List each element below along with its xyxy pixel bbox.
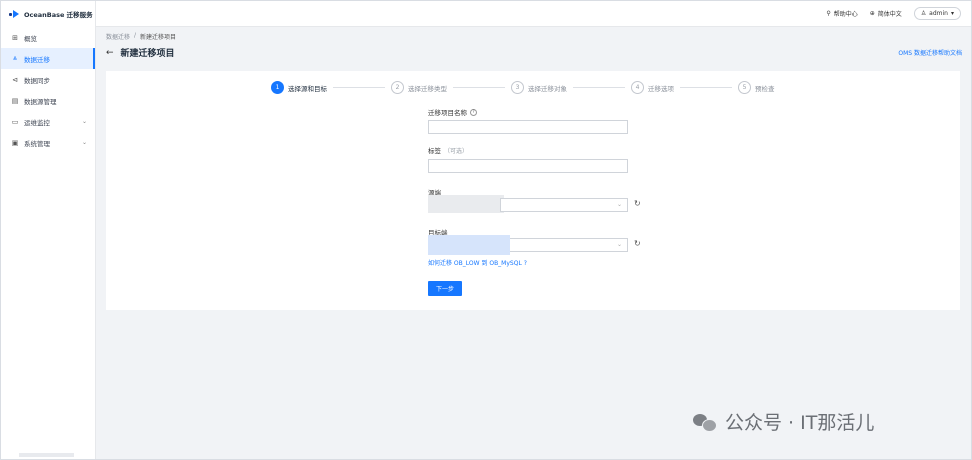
chevron-down-icon: ⌄ (616, 241, 622, 248)
step-number: 2 (391, 81, 404, 94)
location-pin-icon: ⚲ (826, 10, 831, 17)
step-2: 2 选择迁移类型 (391, 81, 447, 94)
redacted-block (428, 235, 510, 255)
redacted-block (428, 195, 504, 213)
sidebar-item-label: 运维监控 (24, 118, 50, 127)
question-icon[interactable]: ? (470, 108, 477, 116)
datasource-icon: ▤ (11, 96, 19, 105)
step-label: 选择迁移对象 (528, 84, 567, 93)
sidebar-footer (19, 453, 74, 457)
help-center-label: 帮助中心 (833, 11, 858, 18)
tag-input[interactable] (428, 159, 628, 173)
sidebar-item-label: 系统管理 (24, 139, 50, 148)
step-number: 1 (271, 81, 284, 94)
sidebar-item-system[interactable]: ▣ 系统管理 ⌄ (1, 132, 95, 153)
step-connector (680, 87, 732, 88)
step-label: 预检查 (755, 84, 775, 93)
step-connector (333, 87, 385, 88)
step-4: 4 迁移选项 (631, 81, 674, 94)
tag-label: 标签 （可选） (428, 145, 468, 155)
migrate-icon: ⩓ (13, 54, 17, 62)
sidebar-item-monitoring[interactable]: ▭ 运维监控 ⌄ (1, 111, 95, 132)
sidebar-item-label: 概览 (24, 34, 37, 43)
step-label: 选择迁移类型 (408, 84, 447, 93)
sidebar-item-data-migration[interactable]: ⩓ 数据迁移 (1, 48, 95, 69)
sidebar-item-data-sync[interactable]: ⊲ 数据同步 (1, 69, 95, 90)
help-doc-link[interactable]: OMS 数据迁移帮助文档 (898, 48, 962, 57)
step-connector (573, 87, 625, 88)
user-name: admin (929, 10, 948, 17)
steps-bar: 1 选择源和目标 2 选择迁移类型 3 选择迁移对象 4 迁移选项 5 预检查 (271, 81, 775, 94)
wechat-logo-icon (693, 412, 717, 432)
step-number: 3 (511, 81, 524, 94)
project-name-label: 迁移项目名称 ? (428, 107, 477, 117)
breadcrumb-separator: / (134, 32, 137, 39)
language-label: 简体中文 (877, 11, 902, 18)
breadcrumb: 数据迁移 / 新建迁移项目 (106, 32, 176, 41)
sidebar-item-overview[interactable]: ⊞ 概览 (1, 27, 95, 48)
sidebar-item-datasource[interactable]: ▤ 数据源管理 (1, 90, 95, 111)
help-center-link[interactable]: ⚲ 帮助中心 (826, 9, 857, 18)
source-select[interactable]: ⌄ (500, 198, 628, 212)
language-switch[interactable]: ⊕ 简体中文 (870, 9, 902, 18)
step-label: 迁移选项 (648, 84, 674, 93)
step-label: 选择源和目标 (288, 84, 327, 93)
step-5: 5 预检查 (738, 81, 775, 94)
oceanbase-logo-icon (9, 9, 20, 19)
user-icon: ♙ (920, 10, 927, 17)
step-number: 4 (631, 81, 644, 94)
arrow-left-icon[interactable]: ← (106, 48, 114, 58)
sync-icon: ⊲ (12, 75, 18, 84)
next-step-button[interactable]: 下一步 (428, 281, 462, 296)
tag-label-text: 标签 (428, 147, 441, 155)
sidebar: OceanBase 迁移服务 ⊞ 概览 ⩓ 数据迁移 ⊲ 数据同步 ▤ 数据源管… (1, 1, 96, 459)
breadcrumb-item-current: 新建迁移项目 (140, 34, 177, 41)
sidebar-item-label: 数据源管理 (24, 97, 57, 106)
wechat-watermark: 公众号 · IT那活儿 (693, 408, 874, 435)
sidebar-item-label: 数据同步 (24, 76, 50, 85)
topbar-actions: ⚲ 帮助中心 ⊕ 简体中文 ♙ admin ▾ (826, 7, 961, 20)
wizard-card: 1 选择源和目标 2 选择迁移类型 3 选择迁移对象 4 迁移选项 5 预检查 … (106, 71, 960, 310)
sidebar-item-label: 数据迁移 (24, 55, 50, 64)
chevron-down-icon: ⌄ (81, 118, 87, 125)
monitor-icon: ▭ (11, 117, 19, 126)
page-title-row: ← 新建迁移项目 (106, 46, 175, 60)
migration-help-link[interactable]: 如何迁移 OB_LOW 到 OB_MySQL ? (428, 258, 527, 267)
optional-hint: （可选） (444, 147, 469, 155)
project-name-input[interactable] (428, 120, 628, 134)
system-icon: ▣ (11, 138, 19, 147)
step-3: 3 选择迁移对象 (511, 81, 567, 94)
breadcrumb-item-migration[interactable]: 数据迁移 (106, 32, 130, 41)
app-logo[interactable]: OceanBase 迁移服务 (1, 1, 95, 27)
grid-icon: ⊞ (12, 33, 18, 42)
page-title: 新建迁移项目 (120, 49, 175, 59)
app-logo-text: OceanBase 迁移服务 (24, 11, 93, 19)
project-name-label-text: 迁移项目名称 (428, 109, 467, 117)
user-menu[interactable]: ♙ admin ▾ (913, 7, 961, 20)
refresh-icon[interactable]: ↻ (634, 239, 641, 248)
caret-down-icon: ▾ (950, 10, 954, 17)
step-number: 5 (738, 81, 751, 94)
chevron-down-icon: ⌄ (81, 139, 87, 146)
topbar: ⚲ 帮助中心 ⊕ 简体中文 ♙ admin ▾ (96, 1, 971, 27)
step-1: 1 选择源和目标 (271, 81, 327, 94)
refresh-icon[interactable]: ↻ (634, 199, 641, 208)
step-connector (453, 87, 505, 88)
chevron-down-icon: ⌄ (616, 201, 622, 208)
globe-icon: ⊕ (869, 10, 875, 17)
watermark-text: 公众号 · IT那活儿 (725, 412, 875, 434)
